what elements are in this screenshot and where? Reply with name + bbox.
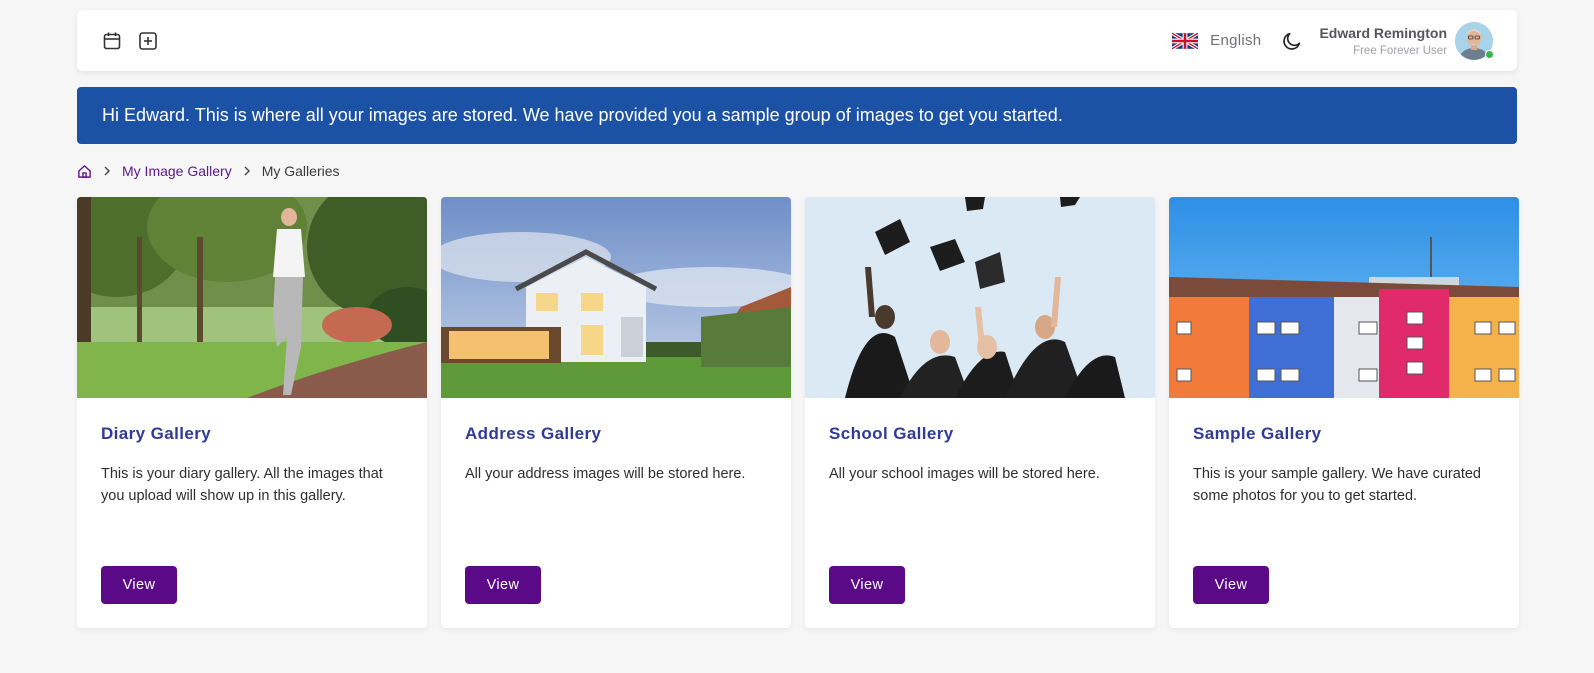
card-description: This is your diary gallery. All the imag… <box>101 466 383 504</box>
navbar-actions <box>101 30 159 52</box>
address-gallery-image <box>441 197 791 398</box>
card-description: This is your sample gallery. We have cur… <box>1193 466 1481 504</box>
user-info: Edward Remington Free Forever User <box>1319 25 1447 57</box>
view-button-school[interactable]: View <box>829 566 905 604</box>
card-title: Address Gallery <box>465 424 602 443</box>
welcome-banner: Hi Edward. This is where all your images… <box>77 87 1517 144</box>
card-title: Diary Gallery <box>101 424 212 443</box>
view-button-diary[interactable]: View <box>101 566 177 604</box>
gallery-card-sample: Sample Gallery This is your sample galle… <box>1169 197 1519 628</box>
diary-gallery-image <box>77 197 427 398</box>
home-icon[interactable] <box>77 164 92 179</box>
banner-message: Hi Edward. This is where all your images… <box>102 105 1063 125</box>
avatar[interactable] <box>1455 21 1494 60</box>
add-square-icon[interactable] <box>137 30 159 52</box>
school-gallery-image <box>805 197 1155 398</box>
view-button-address[interactable]: View <box>465 566 541 604</box>
card-title: Sample Gallery <box>1193 424 1322 443</box>
top-navbar: English Edward Remington Free Forever Us… <box>77 10 1517 71</box>
navbar-right: English Edward Remington Free Forever Us… <box>1172 21 1494 60</box>
language-selector[interactable]: English <box>1172 32 1261 49</box>
sample-gallery-image <box>1169 197 1519 398</box>
uk-flag-icon <box>1172 32 1199 49</box>
chevron-right-icon <box>102 166 112 176</box>
gallery-cards: Diary Gallery This is your diary gallery… <box>77 197 1519 628</box>
gallery-card-school: School Gallery All your school images wi… <box>805 197 1155 628</box>
card-description: All your school images will be stored he… <box>829 466 1100 482</box>
breadcrumb-current: My Galleries <box>261 163 340 179</box>
online-status-dot <box>1485 49 1494 59</box>
view-button-sample[interactable]: View <box>1193 566 1269 604</box>
breadcrumb-link-my-image-gallery[interactable]: My Image Gallery <box>122 163 232 179</box>
card-title: School Gallery <box>829 424 954 443</box>
user-name: Edward Remington <box>1319 24 1447 41</box>
user-plan: Free Forever User <box>1353 44 1447 57</box>
breadcrumb: My Image Gallery My Galleries <box>77 160 340 182</box>
dark-mode-moon-icon[interactable] <box>1281 30 1303 52</box>
card-description: All your address images will be stored h… <box>465 466 746 482</box>
calendar-icon[interactable] <box>101 30 123 52</box>
user-profile[interactable]: Edward Remington Free Forever User <box>1319 21 1494 60</box>
gallery-card-diary: Diary Gallery This is your diary gallery… <box>77 197 427 628</box>
language-label: English <box>1210 32 1262 49</box>
gallery-card-address: Address Gallery All your address images … <box>441 197 791 628</box>
chevron-right-icon <box>242 166 252 176</box>
